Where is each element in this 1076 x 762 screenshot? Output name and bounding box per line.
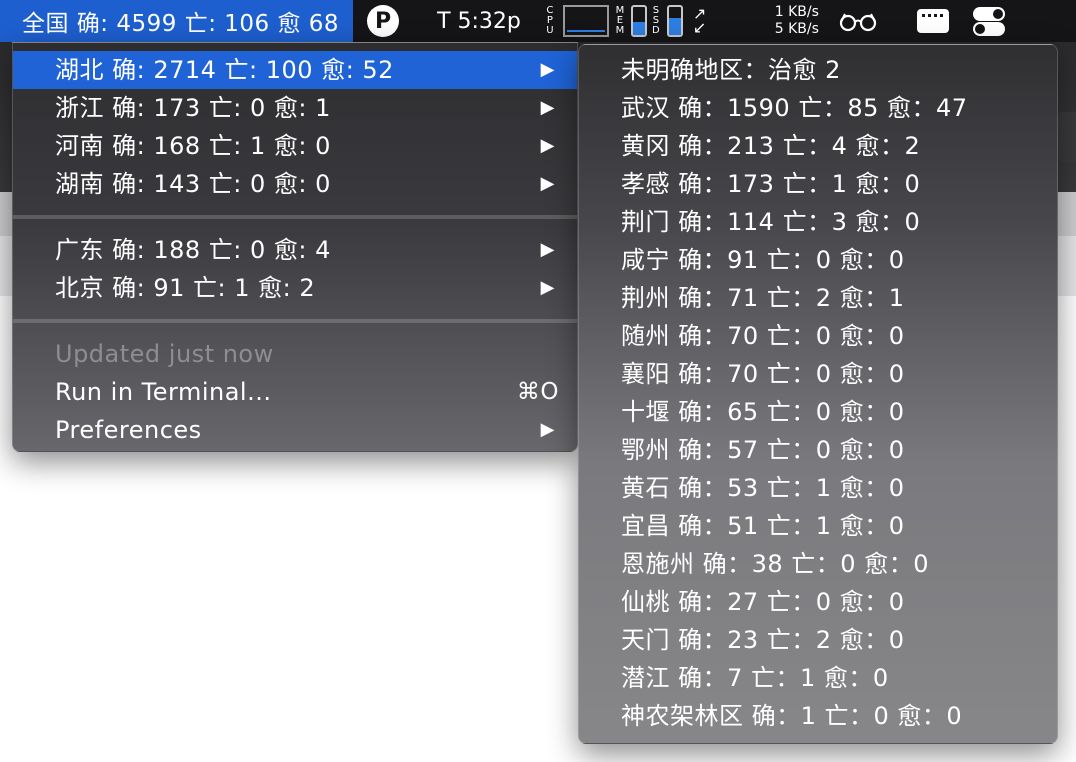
menu-item-beijing[interactable]: 北京 确: 91 亡: 1 愈: 2 ▶ [13, 269, 577, 307]
net-upload: 1 KB/s [774, 4, 819, 20]
submenu-item-city[interactable]: 荆州 确：71 亡：2 愈：1 [579, 279, 1057, 317]
submenu-item-city[interactable]: 襄阳 确：70 亡：0 愈：0 [579, 355, 1057, 393]
p-app-icon: P [367, 5, 400, 37]
cpu-graph [562, 5, 609, 37]
mem-label: MEM [615, 5, 625, 36]
submenu-item-city[interactable]: 荆门 确：114 亡：3 愈：0 [579, 203, 1057, 241]
menu-item-hunan[interactable]: 湖南 确: 143 亡: 0 愈: 0 ▶ [13, 165, 577, 203]
menu-item-henan[interactable]: 河南 确: 168 亡: 1 愈: 0 ▶ [13, 127, 577, 165]
menu-item-label: 湖南 确: 143 亡: 0 愈: 0 [55, 170, 331, 198]
submenu-arrow-icon: ▶ [540, 277, 555, 298]
submenu-arrow-icon: ▶ [540, 173, 555, 194]
submenu-item-city[interactable]: 恩施州 确：38 亡：0 愈：0 [579, 545, 1057, 583]
network-monitor[interactable]: 1 KB/s 5 KB/s [707, 0, 819, 42]
cpu-label: CPU [546, 5, 554, 36]
submenu-arrow-icon: ▶ [540, 97, 555, 118]
p-app-item[interactable]: P [353, 0, 400, 42]
submenu-item-city[interactable]: 随州 确：70 亡：0 愈：0 [579, 317, 1057, 355]
submenu-item-city[interactable]: 未明确地区：治愈 2 [579, 51, 1057, 89]
keyboard-icon [916, 9, 949, 33]
menu-separator [13, 319, 577, 323]
control-center-item[interactable] [949, 0, 1005, 42]
menu-item-label: 浙江 确: 173 亡: 0 愈: 1 [55, 94, 331, 122]
menu-item-updated-status: Updated just now [13, 335, 577, 373]
submenu-item-city[interactable]: 十堰 确：65 亡：0 愈：0 [579, 393, 1057, 431]
menu-item-guangdong[interactable]: 广东 确: 188 亡: 0 愈: 4 ▶ [13, 231, 577, 269]
submenu-item-city[interactable]: 宜昌 确：51 亡：1 愈：0 [579, 507, 1057, 545]
submenu-arrow-icon: ▶ [540, 419, 555, 440]
glasses-icon[interactable] [839, 0, 877, 42]
menu-item-run-in-terminal[interactable]: Run in Terminal... ⌘O [13, 373, 577, 411]
menu-item-label: Updated just now [55, 340, 274, 368]
cpu-monitor[interactable]: CPU [521, 0, 609, 42]
hubei-submenu: 未明确地区：治愈 2 武汉 确：1590 亡：85 愈：47 黄冈 确：213 亡：… [578, 44, 1058, 744]
submenu-item-city[interactable]: 孝感 确：173 亡：1 愈：0 [579, 165, 1057, 203]
menu-item-zhejiang[interactable]: 浙江 确: 173 亡: 0 愈: 1 ▶ [13, 89, 577, 127]
net-download: 5 KB/s [774, 21, 819, 37]
status-item-covid-summary[interactable]: 全国 确: 4599 亡: 106 愈 68 [0, 0, 354, 42]
submenu-item-city[interactable]: 黄石 确：53 亡：1 愈：0 [579, 469, 1057, 507]
keyboard-shortcut: ⌘O [516, 379, 559, 405]
keyboard-item[interactable] [877, 0, 949, 42]
submenu-item-city[interactable]: 武汉 确：1590 亡：85 愈：47 [579, 89, 1057, 127]
resize-arrows-icon: ↗ ↙ [692, 4, 707, 37]
menu-item-label: 湖北 确: 2714 亡: 100 愈: 52 [55, 56, 394, 84]
menu-item-label: Preferences [55, 416, 202, 444]
menu-bar: 全国 确: 4599 亡: 106 愈 68 P T 5:32p CPU MEM… [0, 0, 1076, 42]
ssd-label: SSD [652, 5, 660, 36]
submenu-item-city[interactable]: 神农架林区 确：1 亡：0 愈：0 [579, 697, 1057, 735]
submenu-arrow-icon: ▶ [540, 239, 555, 260]
ssd-monitor[interactable]: SSD ↗ ↙ [647, 0, 707, 42]
menu-item-label: 北京 确: 91 亡: 1 愈: 2 [55, 274, 316, 302]
menu-item-label: 广东 确: 188 亡: 0 愈: 4 [55, 236, 331, 264]
submenu-arrow-icon: ▶ [540, 135, 555, 156]
menu-item-preferences[interactable]: Preferences ▶ [13, 411, 577, 449]
submenu-item-city[interactable]: 黄冈 确：213 亡：4 愈：2 [579, 127, 1057, 165]
menu-item-hubei[interactable]: 湖北 确: 2714 亡: 100 愈: 52 ▶ [13, 51, 577, 89]
mem-bar [630, 5, 647, 37]
submenu-item-city[interactable]: 鄂州 确：57 亡：0 愈：0 [579, 431, 1057, 469]
menu-separator [13, 215, 577, 219]
submenu-item-city[interactable]: 天门 确：23 亡：2 愈：0 [579, 621, 1057, 659]
submenu-item-city[interactable]: 咸宁 确：91 亡：0 愈：0 [579, 241, 1057, 279]
network-speed: 1 KB/s 5 KB/s [759, 4, 819, 38]
menu-item-label: Run in Terminal... [55, 378, 272, 406]
submenu-arrow-icon: ▶ [540, 59, 555, 80]
mem-monitor[interactable]: MEM [609, 0, 647, 42]
menu-item-label: 河南 确: 168 亡: 1 愈: 0 [55, 132, 331, 160]
submenu-item-city[interactable]: 潜江 确：7 亡：1 愈：0 [579, 659, 1057, 697]
menubar-clock[interactable]: T 5:32p [437, 0, 521, 42]
covid-dropdown-menu: 湖北 确: 2714 亡: 100 愈: 52 ▶ 浙江 确: 173 亡: 0… [12, 42, 578, 452]
background-scroll-element [1058, 112, 1076, 162]
ssd-bar [666, 5, 683, 37]
submenu-item-city[interactable]: 仙桃 确：27 亡：0 愈：0 [579, 583, 1057, 621]
control-center-icon [972, 5, 1005, 37]
